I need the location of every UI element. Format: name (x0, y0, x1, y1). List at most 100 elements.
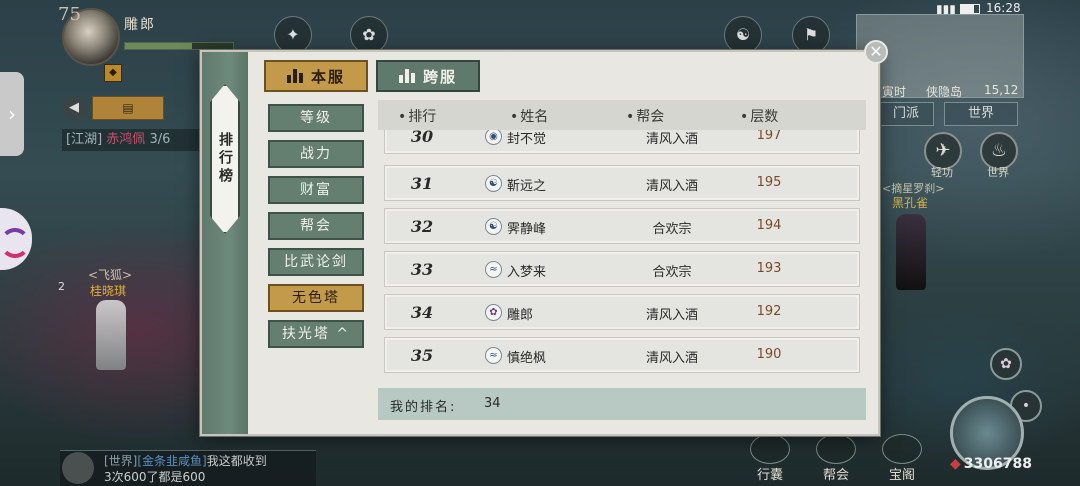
my-rank-value: 34 (484, 396, 501, 411)
row-rank: 35 (410, 346, 434, 365)
row-floor: 192 (756, 304, 782, 319)
ranking-list[interactable]: 30 ◉ 封不觉 清风入酒 197 31 ☯ 靳远之 清风入酒 195 32 ☯… (378, 130, 866, 388)
sect-yinyang-icon: ☯ (485, 175, 502, 192)
row-guild: 合欢宗 (652, 265, 692, 280)
leaderboard-modal: 排行榜 本服 跨服 ✕ 等级 战力 财富 帮会 比武论剑 无色塔 扶光塔 ^ 排… (200, 40, 888, 436)
table-row[interactable]: 33 ≈ 入梦来 合欢宗 193 (384, 251, 860, 287)
table-row[interactable]: 31 ☯ 靳远之 清风入酒 195 (384, 165, 860, 201)
treasure-icon (882, 434, 922, 464)
qinggong-label: 轻功 (931, 166, 953, 179)
row-guild: 合欢宗 (652, 222, 692, 237)
row-name: 霁静峰 (507, 222, 547, 237)
treasure-label: 宝阁 (888, 468, 915, 483)
table-row[interactable]: 34 ✿ 雕郎 清风入酒 192 (384, 294, 860, 330)
battery-icon (960, 4, 980, 14)
tab-cross-server[interactable]: 跨服 (376, 60, 480, 92)
bag-label: 行囊 (756, 468, 783, 483)
treasure-button[interactable]: 宝阁 (880, 434, 924, 483)
column-name: 姓名 (510, 106, 548, 126)
close-icon[interactable]: ✕ (864, 40, 888, 64)
npc-character[interactable] (96, 300, 126, 370)
guild-button[interactable]: 帮会 (814, 434, 858, 483)
gold-coin-icon: ◆ (950, 456, 961, 472)
chat-message-1: 我这都收到 (206, 454, 267, 468)
category-fuguang-tower-button[interactable]: 扶光塔 ^ (268, 320, 364, 348)
boss-name: 黑孔雀 (892, 196, 929, 210)
buff-icon[interactable]: ◆ (104, 64, 122, 82)
quest-tag: [江湖] (66, 132, 103, 147)
row-guild: 清风入酒 (645, 351, 698, 366)
skill-lotus-icon[interactable]: ✿ (990, 348, 1022, 380)
npc-count: 2 (58, 280, 65, 293)
player-level: 75 (58, 4, 81, 25)
row-floor: 195 (756, 175, 782, 190)
event-icon[interactable]: ✿ (350, 16, 388, 54)
row-name: 入梦来 (507, 265, 547, 280)
quest-target: 赤鸿佩 (106, 132, 146, 147)
row-rank: 31 (410, 174, 434, 193)
bar-chart-icon (286, 69, 303, 83)
guild-icon (816, 434, 856, 464)
chat-channel: [世界] (104, 454, 138, 468)
world-map-label: 世界 (987, 166, 1009, 179)
quest-scroll-icon[interactable]: ▤ (92, 96, 164, 120)
my-rank-bar: 我的排名: 34 (378, 388, 866, 420)
category-wuse-tower-button[interactable]: 无色塔 (268, 284, 364, 312)
category-level-button[interactable]: 等级 (268, 104, 364, 132)
column-guild: 帮会 (626, 106, 664, 126)
category-guild-button[interactable]: 帮会 (268, 212, 364, 240)
player-hp-fill (125, 43, 192, 49)
table-row[interactable]: 30 ◉ 封不觉 清风入酒 197 (384, 130, 860, 154)
column-floor: 层数 (740, 106, 778, 126)
modal-spine: 排行榜 (202, 52, 248, 434)
chat-message-2: 3次600了都是600 (104, 470, 206, 484)
row-name: 封不觉 (507, 132, 547, 147)
npc-title: <飞狐> (88, 268, 133, 282)
row-guild: 清风入酒 (645, 308, 698, 323)
meditate-icon[interactable]: ☯ (724, 16, 762, 54)
tab-local-server[interactable]: 本服 (264, 60, 368, 92)
row-name: 雕郎 (507, 308, 534, 323)
bag-button[interactable]: 行囊 (748, 434, 792, 483)
category-wealth-button[interactable]: 财富 (268, 176, 364, 204)
shop-icon[interactable]: ⚑ (792, 16, 830, 54)
bar-chart-icon (398, 69, 415, 83)
row-rank: 33 (410, 260, 434, 279)
battle-icon[interactable]: ✦ (274, 16, 312, 54)
table-row[interactable]: 32 ☯ 霁静峰 合欢宗 194 (384, 208, 860, 244)
expand-panel-chevron-icon[interactable]: › (0, 72, 24, 156)
row-name: 慎绝枫 (507, 351, 547, 366)
gold-counter: ◆ 3306788 (950, 456, 1032, 472)
gold-amount: 3306788 (963, 456, 1032, 472)
tab-local-server-label: 本服 (310, 67, 345, 86)
category-power-button[interactable]: 战力 (268, 140, 364, 168)
system-clock: 16:28 (986, 1, 1021, 15)
table-row[interactable]: 35 ≈ 慎绝枫 清风入酒 190 (384, 337, 860, 373)
guild-label: 帮会 (822, 468, 849, 483)
map-location: 侠隐岛 (926, 85, 963, 99)
row-name: 靳远之 (507, 179, 547, 194)
sect-yinyang-icon: ☯ (485, 218, 502, 235)
channel-sect-button[interactable]: 门派 (878, 102, 934, 126)
row-guild: 清风入酒 (645, 132, 698, 147)
column-rank: 排行 (398, 106, 436, 126)
quest-progress: 3/6 (149, 132, 171, 147)
quest-tracker[interactable]: [江湖] 赤鸿佩 3/6 (62, 129, 202, 151)
category-duel-button[interactable]: 比武论剑 (268, 248, 364, 276)
row-rank: 34 (410, 303, 434, 322)
row-floor: 190 (756, 347, 782, 362)
npc-name: 桂晓琪 (90, 284, 127, 298)
row-guild: 清风入酒 (645, 179, 698, 194)
bag-icon (750, 434, 790, 464)
chat-avatar (62, 452, 94, 484)
chat-sender[interactable]: [金条韭咸鱼] (137, 454, 206, 468)
leaderboard-title-plaque: 排行榜 (210, 84, 240, 234)
row-rank: 30 (410, 130, 434, 146)
boss-character[interactable] (896, 214, 926, 290)
leaderboard-title: 排行榜 (217, 132, 233, 186)
tab-cross-server-label: 跨服 (422, 67, 457, 86)
my-rank-label: 我的排名: (390, 400, 457, 415)
row-floor: 194 (756, 218, 782, 233)
quest-back-arrow-icon[interactable]: ◀ (62, 96, 86, 120)
channel-world-button[interactable]: 世界 (944, 102, 1018, 126)
